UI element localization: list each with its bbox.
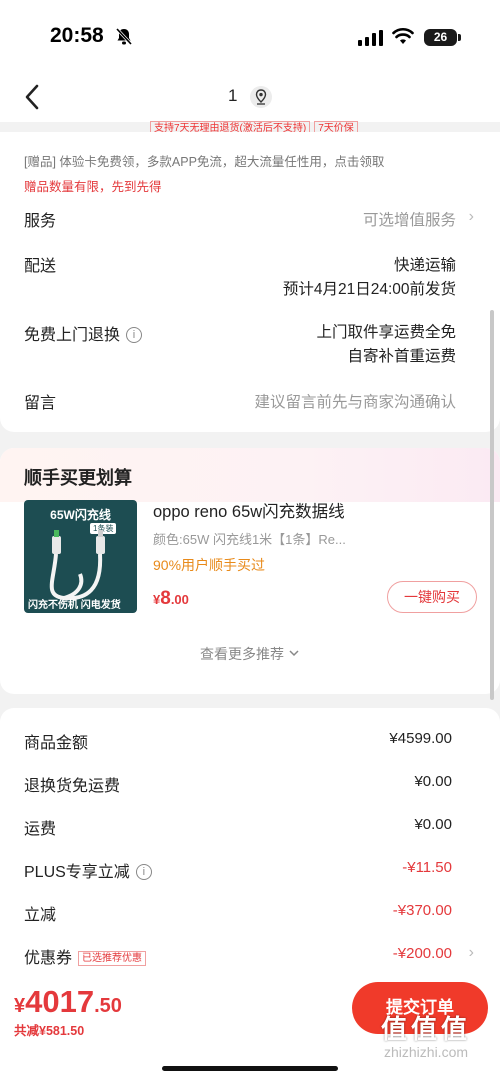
price-int: 8 (160, 588, 171, 609)
checkout-bar: ¥4017.50 共减¥581.50 提交订单 值值值 zhizhizhi.co… (0, 978, 500, 1083)
policy-tag: 7天价保 (314, 121, 358, 132)
scrollbar[interactable] (490, 310, 494, 700)
recommend-card: 顺手买更划算 65W闪充线 1条装 闪充不伤机 闪电发货 oppo reno 6… (0, 448, 500, 694)
submit-order-button[interactable]: 提交订单 (352, 982, 488, 1034)
fee-value: ¥0.00 (414, 773, 452, 790)
chevron-right-icon: › (468, 208, 474, 225)
more-recommend-label: 查看更多推荐 (200, 646, 285, 662)
home-indicator[interactable] (162, 1066, 338, 1071)
fee-value: -¥370.00 (392, 902, 452, 919)
fee-label: PLUS专享立减 (24, 864, 130, 881)
info-icon[interactable]: i (126, 327, 143, 343)
info-icon[interactable]: i (135, 864, 152, 880)
fee-card: 商品金额 ¥4599.00 退换货免运费 ¥0.00 运费 ¥0.00 PLUS… (0, 708, 500, 1008)
plus-discount-row: PLUS专享立减 i (24, 858, 152, 882)
bell-off-icon (116, 28, 132, 46)
product-bought: 90%用户顺手买过 (153, 557, 266, 573)
return-row: 免费上门退换 i (24, 321, 143, 345)
coupon-badge: 已选推荐优惠 (78, 951, 147, 966)
fee-label: 运费 (24, 821, 57, 838)
chevron-down-icon (289, 650, 299, 657)
one-click-buy-button[interactable]: 一键购买 (387, 581, 477, 613)
location-button[interactable] (250, 86, 272, 108)
signal-icon (358, 30, 383, 46)
battery-cap (458, 34, 461, 41)
total-price: ¥4017.50 (14, 984, 122, 1020)
total-saved: 共减¥581.50 (14, 1024, 85, 1038)
fee-value: -¥11.50 (402, 859, 452, 876)
fee-label: 优惠券 (24, 950, 73, 967)
product-spec[interactable]: 颜色:65W 闪充线1米【1条】Re... (153, 529, 346, 548)
wifi-icon (392, 27, 414, 44)
back-arrow-icon[interactable] (22, 82, 44, 112)
chevron-right-icon: › (468, 944, 474, 961)
return-label: 免费上门退换 (24, 327, 121, 344)
message-input[interactable]: 建议留言前先与商家沟通确认 (254, 390, 456, 412)
product-image-footer: 闪充不伤机 闪电发货 (28, 600, 121, 611)
fee-label: 立减 (24, 907, 57, 924)
coupon-row[interactable]: 优惠券 已选推荐优惠 (24, 944, 147, 968)
fee-value: ¥0.00 (414, 816, 452, 833)
total-int: 4017 (25, 984, 95, 1019)
policy-tag: 支持7天无理由退货(激活后不支持) (150, 121, 311, 132)
delivery-label: 配送 (24, 258, 57, 275)
battery-icon: 26 (424, 29, 457, 46)
watermark-url: zhizhizhi.com (383, 1044, 469, 1060)
product-name[interactable]: oppo reno 65w闪充数据线 (153, 498, 345, 522)
delivery-method[interactable]: 快递运输 (394, 253, 456, 275)
return-line2: 自寄补首重运费 (347, 348, 456, 365)
fee-value: ¥4599.00 (389, 730, 452, 747)
status-bar: 20:58 26 (0, 0, 500, 72)
return-line1: 上门取件享运费全免 (316, 324, 456, 341)
fee-label: 商品金额 (24, 735, 89, 752)
total-symbol: ¥ (14, 995, 26, 1017)
cart-count: 1 (228, 86, 238, 105)
more-recommend-link[interactable]: 查看更多推荐 (0, 644, 500, 664)
product-price: ¥8.00 (153, 588, 189, 610)
delivery-eta: 预计4月21日24:00前发货 (282, 281, 456, 298)
location-icon (255, 89, 267, 105)
nav-bar: 1 (0, 72, 500, 122)
message-label: 留言 (24, 395, 57, 412)
policy-tags-peek: 支持7天无理由退货(激活后不支持) 7天价保 (150, 118, 400, 132)
recommend-title: 顺手买更划算 (24, 468, 132, 488)
gift-warning: 赠品数量有限，先到先得 (24, 180, 162, 194)
service-label: 服务 (24, 213, 57, 230)
status-time: 20:58 (50, 24, 104, 47)
order-options-card: [赠品] 体验卡免费领，多款APP免流，超大流量任性用，点击领取 赠品数量有限，… (0, 132, 500, 432)
total-dec: .50 (94, 995, 122, 1017)
product-image[interactable]: 65W闪充线 1条装 闪充不伤机 闪电发货 (24, 500, 137, 613)
service-value[interactable]: 可选增值服务 (363, 208, 456, 230)
price-dec: .00 (170, 592, 189, 607)
fee-label: 退换货免运费 (24, 778, 121, 795)
gift-text[interactable]: [赠品] 体验卡免费领，多款APP免流，超大流量任性用，点击领取 (24, 151, 384, 170)
fee-value[interactable]: -¥200.00 (393, 945, 452, 962)
recommend-header: 顺手买更划算 (0, 448, 500, 502)
